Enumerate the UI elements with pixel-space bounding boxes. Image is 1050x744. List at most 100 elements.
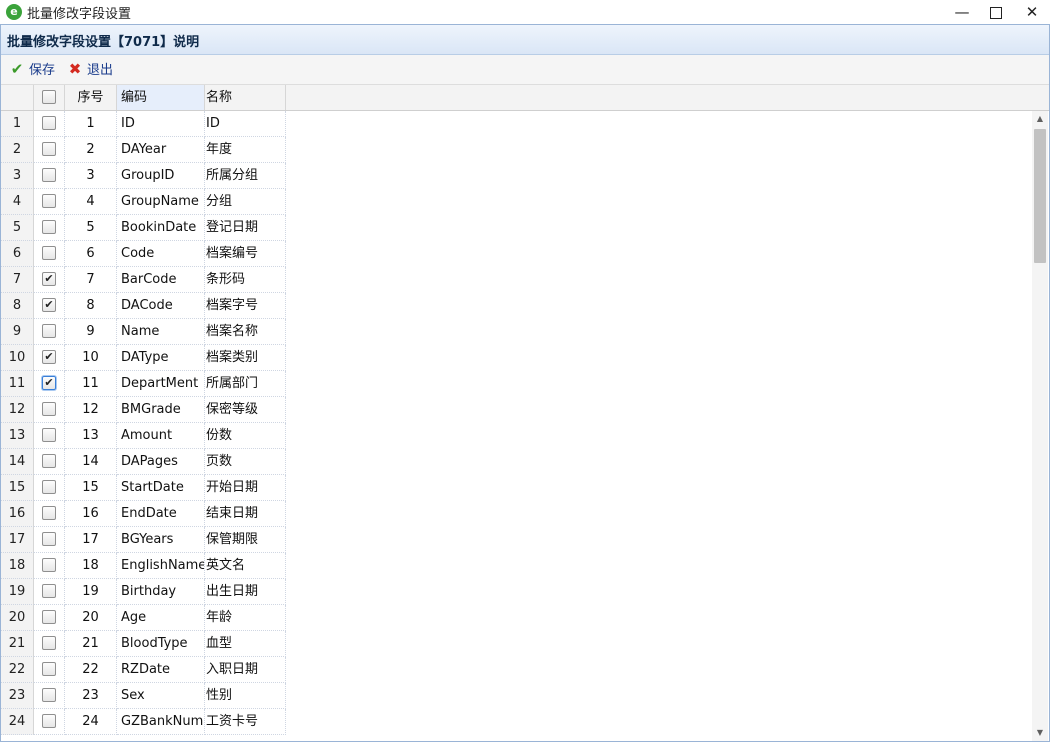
row-number: 11 (1, 371, 34, 397)
name-cell: 工资卡号 (205, 709, 286, 735)
maximize-icon (990, 7, 1002, 19)
scrollbar-thumb[interactable] (1034, 129, 1046, 263)
row-checkbox[interactable]: ✔ (42, 349, 56, 364)
seq-cell: 11 (65, 371, 117, 397)
seq-cell: 21 (65, 631, 117, 657)
row-checkbox[interactable]: ✔ (42, 271, 56, 286)
row-checkbox[interactable] (42, 115, 56, 130)
close-button[interactable]: ✕ (1012, 0, 1050, 24)
row-checkbox-cell[interactable] (34, 163, 65, 189)
row-number: 5 (1, 215, 34, 241)
maximize-button[interactable] (976, 0, 1016, 24)
row-checkbox[interactable] (42, 531, 56, 546)
table-row[interactable]: 7 ✔ 7 BarCode 条形码 (1, 267, 286, 293)
table-row[interactable]: 5 5 BookinDate 登记日期 (1, 215, 286, 241)
table-row[interactable]: 18 18 EnglishName 英文名 (1, 553, 286, 579)
table-row[interactable]: 9 9 Name 档案名称 (1, 319, 286, 345)
table-row[interactable]: 24 24 GZBankNuml 工资卡号 (1, 709, 286, 735)
vertical-scrollbar[interactable]: ▲ ▼ (1032, 111, 1048, 741)
name-cell: 年度 (205, 137, 286, 163)
row-checkbox[interactable] (42, 479, 56, 494)
table-row[interactable]: 12 12 BMGrade 保密等级 (1, 397, 286, 423)
row-checkbox[interactable] (42, 193, 56, 208)
row-checkbox[interactable] (42, 427, 56, 442)
row-checkbox-cell[interactable] (34, 605, 65, 631)
row-checkbox[interactable] (42, 557, 56, 572)
table-row[interactable]: 16 16 EndDate 结束日期 (1, 501, 286, 527)
table-row[interactable]: 20 20 Age 年龄 (1, 605, 286, 631)
row-checkbox-cell[interactable] (34, 449, 65, 475)
row-checkbox[interactable] (42, 219, 56, 234)
row-checkbox-cell[interactable] (34, 631, 65, 657)
header-code[interactable]: 编码 (117, 85, 205, 110)
row-checkbox-cell[interactable] (34, 189, 65, 215)
row-checkbox[interactable] (42, 635, 56, 650)
table-row[interactable]: 8 ✔ 8 DACode 档案字号 (1, 293, 286, 319)
row-checkbox-cell[interactable]: ✔ (34, 345, 65, 371)
row-checkbox-cell[interactable] (34, 423, 65, 449)
header-select-all[interactable] (34, 85, 65, 110)
row-checkbox[interactable] (42, 687, 56, 702)
scroll-down-icon[interactable]: ▼ (1032, 725, 1048, 741)
table-row[interactable]: 1 1 ID ID (1, 111, 286, 137)
table-row[interactable]: 6 6 Code 档案编号 (1, 241, 286, 267)
row-checkbox[interactable] (42, 401, 56, 416)
select-all-checkbox[interactable] (42, 89, 56, 104)
table-row[interactable]: 4 4 GroupName 分组 (1, 189, 286, 215)
row-number: 7 (1, 267, 34, 293)
row-checkbox[interactable] (42, 661, 56, 676)
row-checkbox[interactable]: ✔ (42, 375, 56, 390)
table-row[interactable]: 21 21 BloodType 血型 (1, 631, 286, 657)
row-checkbox[interactable] (42, 505, 56, 520)
row-checkbox[interactable]: ✔ (42, 297, 56, 312)
row-checkbox-cell[interactable] (34, 579, 65, 605)
row-checkbox[interactable] (42, 453, 56, 468)
table-row[interactable]: 14 14 DAPages 页数 (1, 449, 286, 475)
row-checkbox-cell[interactable] (34, 501, 65, 527)
row-checkbox-cell[interactable] (34, 215, 65, 241)
row-checkbox-cell[interactable] (34, 111, 65, 137)
name-cell: 条形码 (205, 267, 286, 293)
row-checkbox-cell[interactable]: ✔ (34, 293, 65, 319)
row-checkbox-cell[interactable]: ✔ (34, 371, 65, 397)
row-number: 18 (1, 553, 34, 579)
table-row[interactable]: 3 3 GroupID 所属分组 (1, 163, 286, 189)
table-row[interactable]: 19 19 Birthday 出生日期 (1, 579, 286, 605)
row-checkbox[interactable] (42, 141, 56, 156)
name-cell: 档案编号 (205, 241, 286, 267)
table-row[interactable]: 17 17 BGYears 保管期限 (1, 527, 286, 553)
table-row[interactable]: 15 15 StartDate 开始日期 (1, 475, 286, 501)
row-checkbox-cell[interactable] (34, 137, 65, 163)
scroll-up-icon[interactable]: ▲ (1032, 111, 1048, 127)
row-checkbox[interactable] (42, 713, 56, 728)
row-checkbox[interactable] (42, 245, 56, 260)
row-checkbox-cell[interactable]: ✔ (34, 267, 65, 293)
table-row[interactable]: 22 22 RZDate 入职日期 (1, 657, 286, 683)
header-seq[interactable]: 序号 (65, 85, 117, 110)
row-checkbox[interactable] (42, 583, 56, 598)
save-button[interactable]: ✔ 保存 (9, 59, 55, 79)
row-checkbox-cell[interactable] (34, 241, 65, 267)
row-checkbox[interactable] (42, 323, 56, 338)
header-name[interactable]: 名称 (205, 85, 286, 110)
row-checkbox-cell[interactable] (34, 553, 65, 579)
row-checkbox-cell[interactable] (34, 397, 65, 423)
name-cell: 性别 (205, 683, 286, 709)
code-cell: Age (117, 605, 205, 631)
row-checkbox-cell[interactable] (34, 319, 65, 345)
row-number: 19 (1, 579, 34, 605)
row-checkbox-cell[interactable] (34, 683, 65, 709)
row-checkbox[interactable] (42, 167, 56, 182)
table-row[interactable]: 23 23 Sex 性别 (1, 683, 286, 709)
row-checkbox[interactable] (42, 609, 56, 624)
row-checkbox-cell[interactable] (34, 475, 65, 501)
exit-button[interactable]: ✖ 退出 (67, 59, 113, 79)
row-checkbox-cell[interactable] (34, 709, 65, 735)
table-row[interactable]: 2 2 DAYear 年度 (1, 137, 286, 163)
table-row[interactable]: 13 13 Amount 份数 (1, 423, 286, 449)
row-checkbox-cell[interactable] (34, 527, 65, 553)
table-row[interactable]: 11 ✔ 11 DepartMent 所属部门 (1, 371, 286, 397)
table-row[interactable]: 10 ✔ 10 DAType 档案类别 (1, 345, 286, 371)
row-number: 15 (1, 475, 34, 501)
row-checkbox-cell[interactable] (34, 657, 65, 683)
